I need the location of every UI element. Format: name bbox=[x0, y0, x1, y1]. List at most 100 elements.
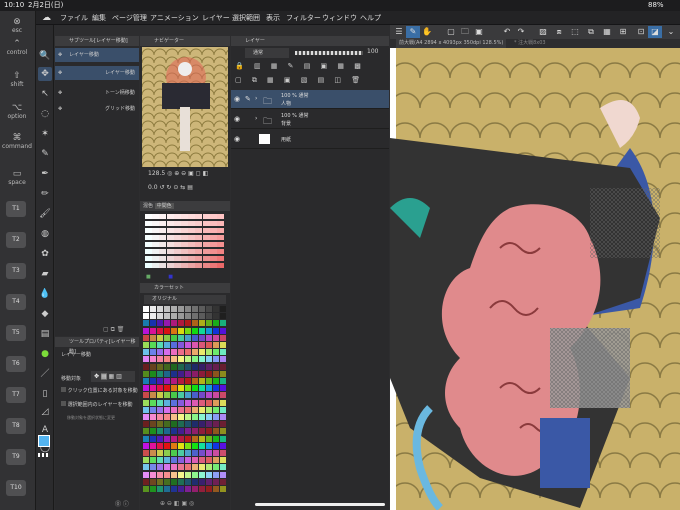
mix-swatch[interactable] bbox=[202, 228, 210, 233]
colorset-swatch[interactable] bbox=[185, 349, 191, 356]
colorset-swatch[interactable] bbox=[157, 392, 163, 399]
colorset-swatch[interactable] bbox=[157, 399, 163, 406]
colorset-swatch[interactable] bbox=[199, 464, 205, 471]
colorset-swatch[interactable] bbox=[199, 414, 205, 420]
colorset-swatch[interactable] bbox=[185, 428, 191, 435]
colorset-swatch[interactable] bbox=[178, 349, 184, 356]
colorset-swatch[interactable] bbox=[199, 378, 205, 384]
key-t8-button[interactable]: T8 bbox=[6, 418, 26, 434]
blend-mode-select[interactable]: 通常 bbox=[245, 48, 289, 58]
colorset-swatch[interactable] bbox=[192, 428, 198, 435]
colorset-swatch[interactable] bbox=[157, 428, 163, 435]
mix-swatch[interactable] bbox=[152, 228, 160, 233]
mix-swatch[interactable] bbox=[152, 249, 160, 254]
colorset-swatch[interactable] bbox=[157, 464, 163, 471]
colorset-swatch[interactable] bbox=[192, 457, 198, 464]
colorset-swatch[interactable] bbox=[185, 464, 191, 471]
mix-swatch[interactable] bbox=[181, 249, 188, 254]
colorset-swatch[interactable] bbox=[199, 399, 205, 406]
colorset-swatch[interactable] bbox=[178, 464, 184, 471]
colorset-swatch[interactable] bbox=[199, 342, 205, 348]
colorset-swatch[interactable] bbox=[213, 421, 219, 428]
colorset-swatch[interactable] bbox=[185, 370, 191, 377]
menu-layer[interactable]: レイヤー bbox=[202, 11, 230, 25]
eye-icon[interactable]: ◉ bbox=[234, 95, 240, 103]
colorset-swatch[interactable] bbox=[199, 370, 205, 377]
colorset-swatch[interactable] bbox=[185, 342, 191, 348]
colorset-swatch[interactable] bbox=[143, 471, 149, 478]
mix-swatch[interactable] bbox=[195, 214, 203, 219]
menu-file[interactable]: ファイル bbox=[60, 11, 88, 25]
colorset-swatch[interactable] bbox=[164, 356, 170, 363]
mix-swatch[interactable] bbox=[217, 221, 224, 226]
eyedropper-icon[interactable]: ✎ bbox=[38, 147, 52, 161]
blend-tool-icon[interactable]: 💧 bbox=[38, 287, 52, 301]
colorset-swatch[interactable] bbox=[213, 313, 219, 320]
mix-swatch[interactable] bbox=[195, 242, 203, 247]
colorset-swatch[interactable] bbox=[171, 428, 177, 435]
colorset-swatch[interactable] bbox=[199, 406, 205, 413]
mix-swatch[interactable] bbox=[166, 228, 174, 233]
mix-swatch[interactable] bbox=[209, 263, 217, 268]
colorset-swatch[interactable] bbox=[164, 421, 170, 428]
move-tool-icon[interactable]: ✥ bbox=[38, 67, 52, 81]
colorset-swatch[interactable] bbox=[199, 421, 205, 428]
colorset-swatch[interactable] bbox=[213, 363, 219, 370]
colorset-swatch[interactable] bbox=[213, 450, 219, 456]
colorset-swatch[interactable] bbox=[171, 471, 177, 478]
save-icon[interactable]: ▣ bbox=[472, 26, 486, 38]
colorset-swatch[interactable] bbox=[143, 450, 149, 456]
mix-swatch[interactable] bbox=[152, 235, 160, 240]
colorset-swatch[interactable] bbox=[143, 313, 149, 320]
mix-swatch[interactable] bbox=[159, 263, 167, 268]
colorset-swatch[interactable] bbox=[164, 370, 170, 377]
colorset-swatch[interactable] bbox=[164, 342, 170, 348]
colorset-swatch[interactable] bbox=[178, 378, 184, 384]
colorset-swatch[interactable] bbox=[164, 464, 170, 471]
colorset-swatch[interactable] bbox=[213, 435, 219, 442]
mix-swatch[interactable] bbox=[173, 214, 181, 219]
menu-animation[interactable]: アニメーション bbox=[150, 11, 199, 25]
colorset-swatch[interactable] bbox=[157, 442, 163, 449]
colorset-swatch[interactable] bbox=[171, 486, 177, 492]
colorset-swatch[interactable] bbox=[192, 342, 198, 348]
colorset-swatch[interactable] bbox=[150, 457, 156, 464]
colorset-swatch[interactable] bbox=[206, 378, 212, 384]
colorset-swatch[interactable] bbox=[192, 406, 198, 413]
colorset-swatch[interactable] bbox=[178, 414, 184, 420]
mix-swatch[interactable] bbox=[202, 235, 210, 240]
colorset-swatch[interactable] bbox=[178, 313, 184, 320]
colorset-swatch[interactable] bbox=[206, 450, 212, 456]
colorset-swatch[interactable] bbox=[199, 428, 205, 435]
mix-swatch[interactable] bbox=[173, 249, 181, 254]
colorset-swatch[interactable] bbox=[185, 406, 191, 413]
mix-swatch[interactable] bbox=[188, 242, 196, 247]
control-button[interactable]: ⌃ control bbox=[2, 39, 32, 56]
colorset-swatch[interactable] bbox=[171, 378, 177, 384]
transform-icon[interactable]: ⧈ bbox=[552, 26, 566, 38]
colorset-swatch[interactable] bbox=[199, 313, 205, 320]
colorset-swatch[interactable] bbox=[171, 363, 177, 370]
undo-icon[interactable]: ↶ bbox=[500, 26, 514, 38]
colorset-swatch[interactable] bbox=[171, 327, 177, 334]
colorset-swatch[interactable] bbox=[171, 385, 177, 392]
colorset-swatch[interactable] bbox=[150, 428, 156, 435]
colorset-swatch[interactable] bbox=[206, 435, 212, 442]
subtool-item-grid-move[interactable]: ✥ グリッド移動 bbox=[55, 102, 139, 116]
colorset-swatch[interactable] bbox=[220, 349, 226, 356]
colorset-swatch[interactable] bbox=[185, 327, 191, 334]
operation-tool-icon[interactable]: ↖ bbox=[38, 87, 52, 101]
colorset-swatch[interactable] bbox=[185, 306, 191, 312]
key-t5-button[interactable]: T5 bbox=[6, 325, 26, 341]
colorset-swatch[interactable] bbox=[143, 349, 149, 356]
tab-intermediate[interactable]: 中間色 bbox=[154, 203, 174, 209]
chevron-right-icon[interactable]: › bbox=[255, 95, 257, 102]
wand-tool-icon[interactable]: ✶ bbox=[38, 127, 52, 141]
mix-swatch[interactable] bbox=[217, 228, 224, 233]
open-icon[interactable]: 🗀 bbox=[458, 26, 472, 38]
menu-filter[interactable]: フィルター bbox=[286, 11, 321, 25]
colorset-swatch[interactable] bbox=[164, 385, 170, 392]
colorset-swatch[interactable] bbox=[164, 471, 170, 478]
colorset-swatch[interactable] bbox=[220, 442, 226, 449]
colorset-swatch[interactable] bbox=[164, 399, 170, 406]
